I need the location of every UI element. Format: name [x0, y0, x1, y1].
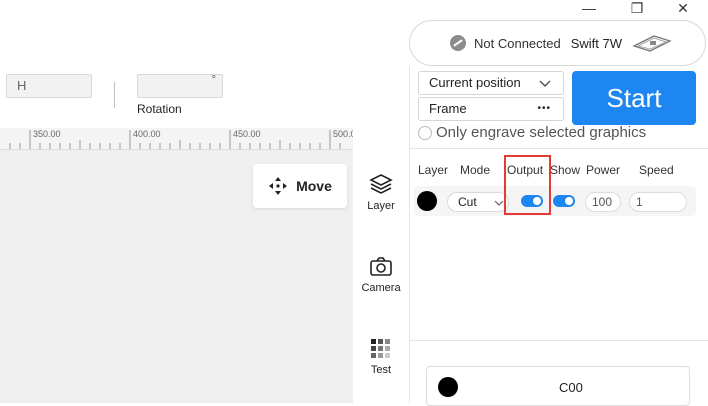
minimize-icon: —	[582, 0, 596, 16]
minimize-button[interactable]: —	[574, 0, 604, 16]
disconnected-icon	[450, 35, 466, 51]
connection-status-text: Not Connected	[474, 35, 561, 51]
height-input-label: H	[17, 78, 27, 93]
device-name: Swift 7W	[570, 35, 623, 51]
frame-select[interactable]: Frame •••	[418, 97, 564, 121]
move-label: Move	[296, 178, 332, 194]
laser-engraver-icon	[632, 35, 672, 52]
chevron-down-icon	[539, 80, 551, 88]
tab-test-label: Test	[370, 364, 392, 376]
layer-color-swatch[interactable]	[417, 191, 437, 211]
speed-value: 1	[636, 195, 643, 209]
rotation-label: Rotation	[137, 102, 182, 116]
connection-status-pill[interactable]: Not Connected Swift 7W	[409, 20, 706, 66]
tab-layer[interactable]: Layer	[353, 172, 409, 212]
column-header-power: Power	[586, 163, 621, 177]
column-header-layer: Layer	[418, 163, 449, 177]
ruler-label: 350.00	[33, 129, 61, 139]
column-header-speed: Speed	[639, 163, 674, 177]
restore-icon: ❐	[630, 0, 644, 16]
close-button[interactable]: ✕	[668, 0, 698, 16]
rotation-input[interactable]: °	[137, 74, 223, 98]
move-button[interactable]: Move	[253, 164, 347, 208]
start-button[interactable]: Start	[572, 71, 696, 125]
layer-name: C00	[559, 380, 583, 395]
panel-divider	[410, 148, 708, 149]
tab-camera[interactable]: Camera	[353, 256, 409, 294]
horizontal-ruler: 350.00 400.00 450.00 500.00	[0, 128, 353, 150]
layer-list-item[interactable]	[426, 366, 690, 406]
test-grid-icon	[371, 339, 390, 358]
ruler-label: 450.00	[233, 129, 261, 139]
start-label: Start	[606, 82, 662, 113]
power-input[interactable]: 100	[585, 192, 621, 212]
ruler-label: 400.00	[133, 129, 161, 139]
mode-select-value: Cut	[458, 195, 477, 209]
panel-divider	[410, 340, 708, 341]
position-select-value: Current position	[429, 75, 521, 90]
chevron-down-icon	[494, 200, 504, 206]
height-input[interactable]: H	[6, 74, 92, 98]
more-options-icon[interactable]: •••	[537, 98, 551, 120]
position-select[interactable]: Current position	[418, 71, 564, 95]
tab-layer-label: Layer	[367, 200, 395, 212]
column-header-mode: Mode	[460, 163, 491, 177]
close-icon: ✕	[677, 0, 689, 16]
layer-color-swatch	[438, 377, 458, 397]
tab-camera-label: Camera	[361, 282, 401, 294]
mode-select[interactable]: Cut	[447, 192, 509, 212]
power-value: 100	[592, 195, 613, 209]
only-engrave-selected-label: Only engrave selected graphics	[436, 124, 647, 141]
move-arrows-icon	[269, 177, 288, 195]
layers-icon	[369, 174, 393, 194]
speed-input[interactable]: 1	[629, 192, 687, 212]
side-tab-bar: Layer Camera Test	[353, 150, 409, 403]
tab-test[interactable]: Test	[353, 338, 409, 376]
column-header-show: Show	[550, 163, 581, 177]
camera-icon	[370, 257, 392, 276]
frame-select-value: Frame	[429, 101, 467, 116]
show-toggle[interactable]	[553, 195, 575, 207]
only-engrave-selected-radio[interactable]	[418, 126, 432, 140]
output-highlight-box	[504, 155, 551, 215]
toolbar-divider	[114, 82, 115, 108]
degree-symbol: °	[211, 74, 216, 86]
ruler-label: 500.00	[333, 129, 353, 139]
restore-button[interactable]: ❐	[622, 0, 652, 16]
